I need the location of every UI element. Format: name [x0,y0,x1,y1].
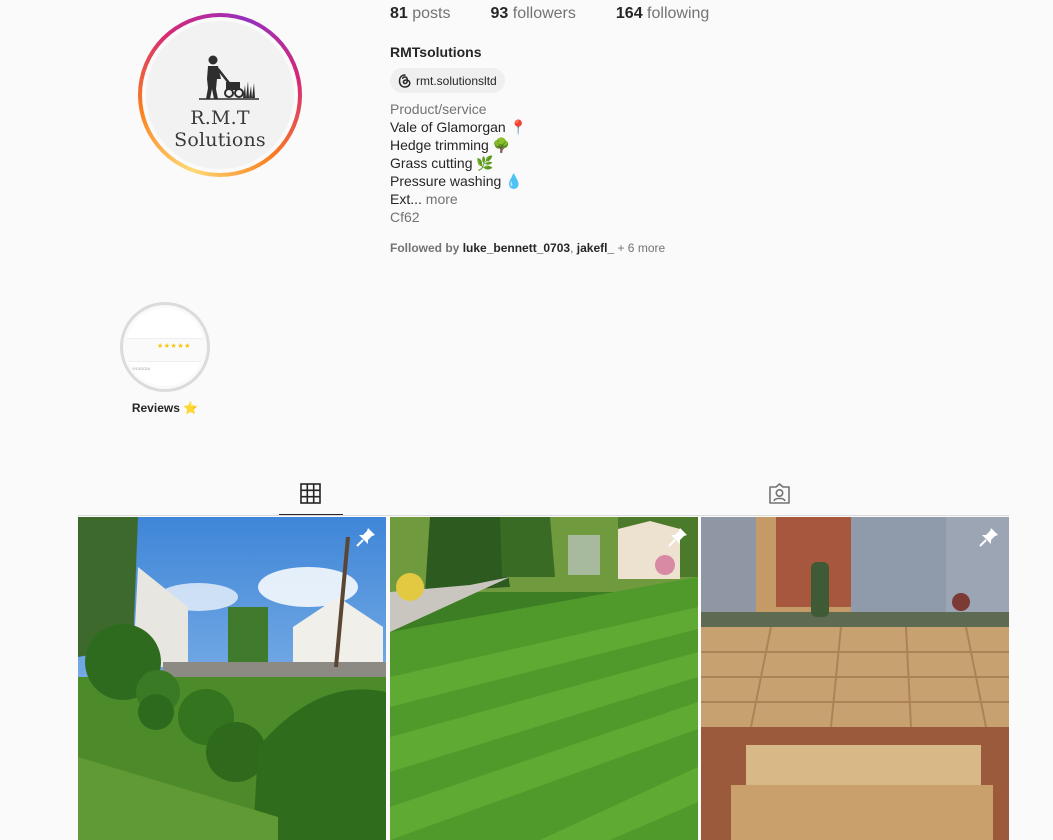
post-thumbnail[interactable] [701,517,1009,840]
followed-by-separator: , [570,241,574,255]
post-image-lawn [390,517,698,840]
review-stars: ★★★★★ [157,343,191,350]
avatar-logo-text: R.M.T Solutions [174,107,266,151]
followed-by-user[interactable]: jakefl_ [577,241,614,255]
bio-truncated-line: Ext... more [390,190,527,208]
followers-label: followers [512,5,576,22]
bio-location: Cf62 [390,209,420,225]
bio-line: Vale of Glamorgan 📍 [390,119,528,135]
profile-stats: 81 posts 93 followers 164 following [390,5,709,23]
story-highlight-reviews[interactable]: ★★★★★ 16/10/2024 [120,302,210,392]
posts-count: 81 [390,5,408,22]
followed-by-user[interactable]: luke_bennett_0703 [463,241,570,255]
pin-icon [668,528,687,547]
following-count: 164 [615,5,643,22]
bio-truncated: Ext... [390,191,422,207]
bio-category: Product/service [390,101,487,117]
tab-tagged[interactable] [768,483,791,509]
posts-label: posts [412,5,451,22]
threads-icon [398,73,411,88]
highlight-thumbnail: ★★★★★ 16/10/2024 [126,308,204,386]
tagged-icon [769,483,790,504]
profile-bio: Product/service Vale of Glamorgan 📍 Hedg… [390,100,527,226]
profile-username: RMTsolutions [390,44,482,60]
followed-by[interactable]: Followed by luke_bennett_0703, jakefl_ +… [390,241,665,255]
bio-line: Pressure washing 💧 [390,173,523,189]
pin-icon [356,528,375,547]
highlight-label: Reviews ⭐ [131,401,199,415]
followed-by-more[interactable]: + 6 more [617,241,665,255]
threads-handle: rmt.solutionsltd [416,73,497,88]
tab-posts[interactable] [300,483,321,509]
followers-stat[interactable]: 93 followers [491,5,576,23]
pin-icon [979,528,998,547]
tab-active-indicator [279,514,343,515]
following-label: following [647,5,710,22]
tab-divider [78,515,1009,516]
threads-link[interactable]: rmt.solutionsltd [390,68,505,93]
post-image-hedges [78,517,386,840]
review-date: 16/10/2024 [130,366,151,371]
highlight-gap: ★★★★★ 16/10/2024 [123,305,207,389]
following-stat[interactable]: 164 following [616,5,709,23]
posts-stat: 81 posts [390,5,451,23]
followed-by-prefix: Followed by [390,241,460,255]
profile-avatar-ring[interactable]: R.M.T Solutions [138,13,302,177]
bio-line: Grass cutting 🌿 [390,155,494,171]
post-thumbnail[interactable] [390,517,698,840]
post-image-patio [701,517,1009,840]
bio-line: Hedge trimming 🌳 [390,137,511,153]
post-thumbnail[interactable] [78,517,386,840]
profile-avatar[interactable]: R.M.T Solutions [146,21,294,169]
grid-icon [300,483,321,504]
lawnmower-man-icon [199,55,259,100]
bio-more-button[interactable]: more [426,191,458,207]
followers-count: 93 [490,5,509,22]
avatar-gap: R.M.T Solutions [142,17,298,173]
